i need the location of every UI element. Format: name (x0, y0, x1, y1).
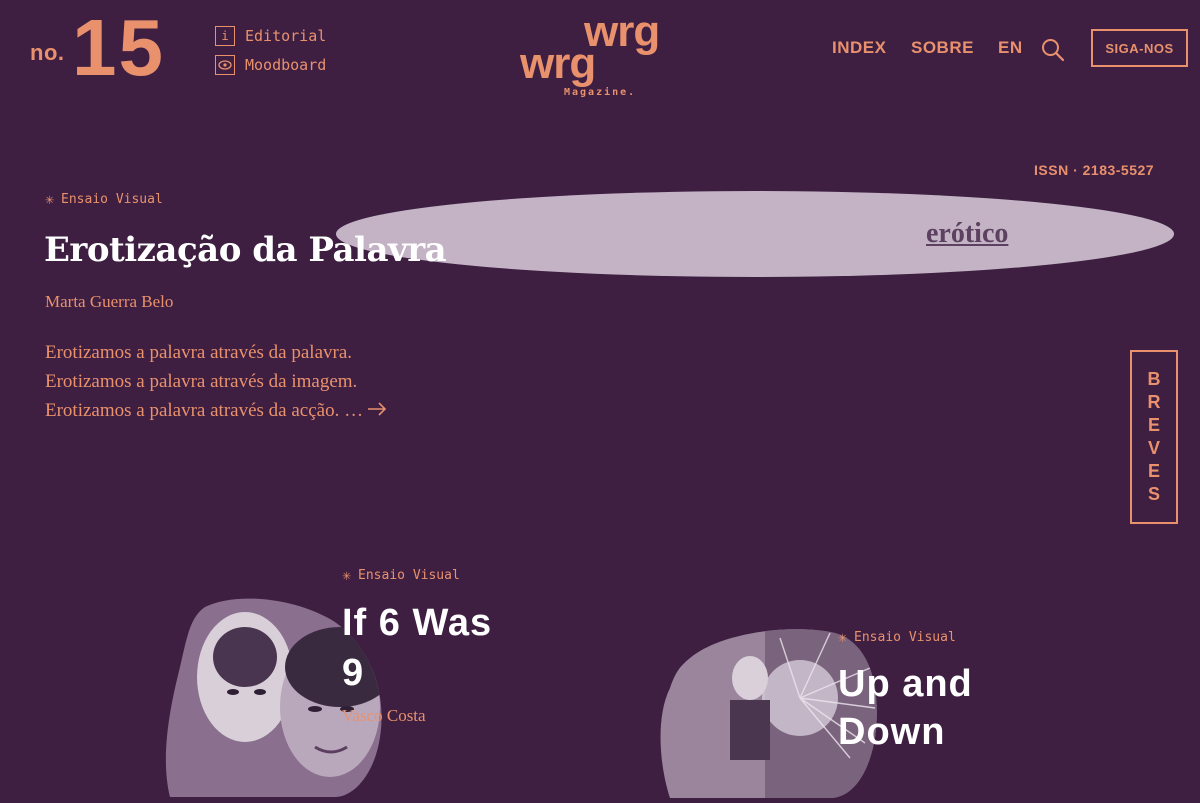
nav-sobre[interactable]: SOBRE (911, 38, 974, 58)
eye-icon (215, 55, 235, 75)
issn-label: ISSN · 2183-5527 (1034, 162, 1155, 178)
excerpt-line: Erotizamos a palavra através da acção. … (45, 400, 364, 421)
excerpt-line: Erotizamos a palavra através da imagem. (45, 371, 358, 392)
logo-line-1: wrg (584, 7, 660, 56)
asterisk-icon: ✳ (838, 628, 848, 646)
breves-letter: R (1147, 392, 1161, 412)
title-line: Up and (838, 663, 973, 705)
article-category[interactable]: ✳ Ensaio Visual (838, 628, 956, 646)
breves-letter: E (1147, 461, 1160, 481)
featured-image[interactable] (336, 191, 1174, 277)
logo-tagline: Magazine. (564, 87, 637, 98)
article-author[interactable]: Vasco Costa (342, 706, 426, 726)
breves-letter: E (1147, 415, 1160, 435)
featured-excerpt[interactable]: Erotizamos a palavra através da palavra.… (45, 338, 465, 425)
featured-author[interactable]: Marta Guerra Belo (45, 292, 173, 312)
language-toggle[interactable]: EN (998, 38, 1023, 58)
issue-number[interactable]: 15 (72, 8, 165, 88)
article-category[interactable]: ✳ Ensaio Visual (342, 566, 460, 584)
editorial-link-label: Editorial (245, 27, 327, 45)
article-title[interactable]: Up and Down (838, 660, 1038, 756)
article-category-label: Ensaio Visual (854, 630, 956, 645)
asterisk-icon: ✳ (342, 566, 352, 584)
editorial-link[interactable]: i Editorial (215, 26, 326, 46)
breves-letter: B (1147, 369, 1161, 389)
featured-image-word: erótico (926, 218, 1009, 249)
search-icon[interactable] (1040, 37, 1066, 63)
featured-category-label: Ensaio Visual (61, 192, 163, 207)
breves-letter: S (1147, 484, 1160, 504)
article-title[interactable]: If 6 Was 9 (342, 598, 542, 698)
site-logo[interactable]: wrg wrg Magazine. (518, 10, 693, 102)
follow-button[interactable]: SIGA-NOS (1091, 29, 1188, 67)
article-category-label: Ensaio Visual (358, 568, 460, 583)
title-line: 9 (342, 652, 365, 694)
moodboard-link-label: Moodboard (245, 56, 327, 74)
arrow-right-icon[interactable] (367, 396, 387, 425)
breves-button[interactable]: B R E V E S (1130, 350, 1178, 524)
excerpt-line: Erotizamos a palavra através da palavra. (45, 342, 353, 363)
featured-title[interactable]: Erotização da Palavra (44, 230, 447, 270)
moodboard-link[interactable]: Moodboard (215, 55, 326, 75)
featured-category[interactable]: ✳ Ensaio Visual (45, 190, 163, 208)
breves-letter: V (1147, 438, 1160, 458)
info-icon: i (215, 26, 235, 46)
title-line: If 6 Was (342, 602, 493, 644)
issue-prefix: no. (30, 40, 65, 65)
title-line: Down (838, 711, 946, 753)
nav-index[interactable]: INDEX (832, 38, 886, 58)
asterisk-icon: ✳ (45, 190, 55, 208)
logo-line-2: wrg (520, 39, 596, 88)
